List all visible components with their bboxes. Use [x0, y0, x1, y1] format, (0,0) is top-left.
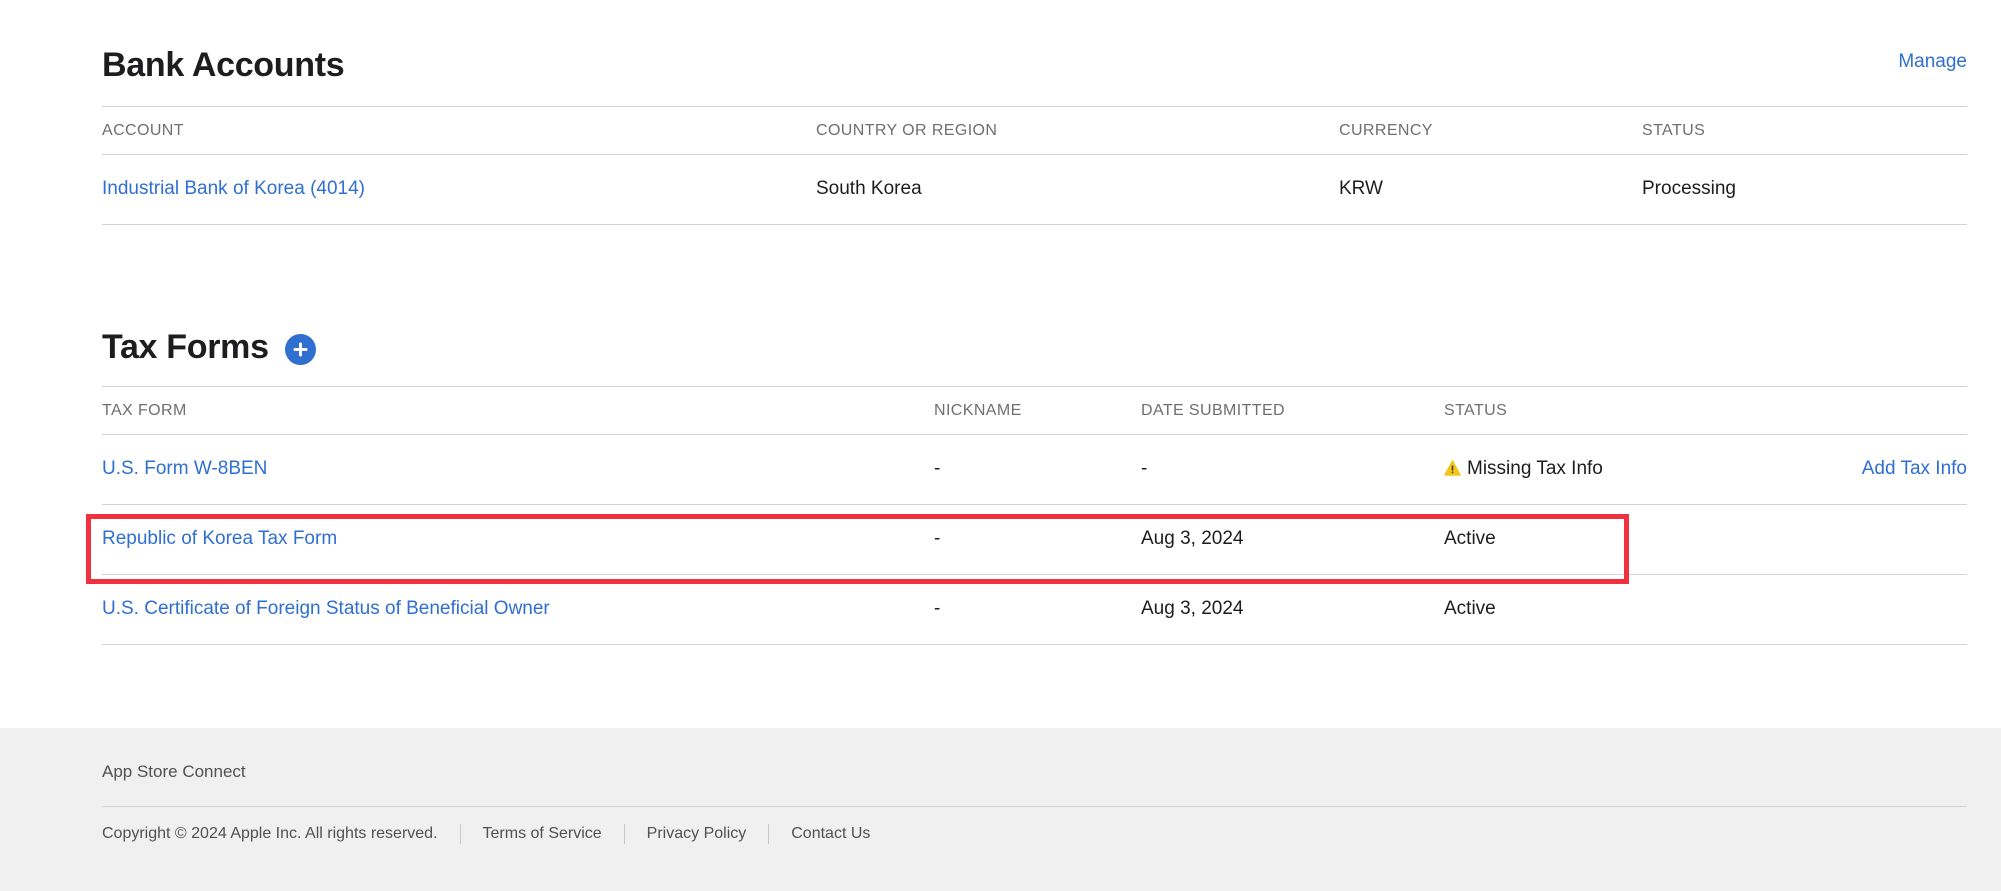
footer-separator: [768, 824, 770, 844]
tax-form-status-text: Missing Tax Info: [1467, 458, 1603, 479]
terms-of-service-link[interactable]: Terms of Service: [483, 825, 602, 843]
tax-forms-section: Tax Forms TAX FORM NICKNAME DATE SUBMITT…: [102, 0, 1967, 650]
column-header-tax-form: TAX FORM: [102, 402, 187, 419]
tax-form-link[interactable]: Republic of Korea Tax Form: [102, 528, 337, 550]
tax-form-status: Active: [1444, 528, 1496, 549]
tax-form-status: Active: [1444, 598, 1496, 619]
warning-icon: [1444, 460, 1461, 476]
contact-us-link[interactable]: Contact Us: [791, 825, 870, 843]
column-header-status: STATUS: [1444, 402, 1508, 419]
divider: [102, 434, 1967, 435]
footer-separator: [623, 824, 625, 844]
tax-form-nickname: -: [934, 598, 941, 619]
tax-form-nickname: -: [934, 528, 941, 549]
add-tax-form-button[interactable]: [284, 334, 316, 365]
footer-links: Copyright © 2024 Apple Inc. All rights r…: [102, 824, 870, 844]
tax-form-link[interactable]: U.S. Form W-8BEN: [102, 458, 267, 480]
privacy-policy-link[interactable]: Privacy Policy: [647, 825, 747, 843]
plus-circle-icon: [293, 342, 308, 357]
footer: App Store Connect Copyright © 2024 Apple…: [0, 728, 2001, 891]
tax-forms-header: Tax Forms: [102, 328, 1967, 367]
divider: [102, 386, 1967, 387]
column-header-nickname: NICKNAME: [934, 402, 1022, 419]
tax-form-date: Aug 3, 2024: [1141, 598, 1244, 619]
divider: [102, 574, 1967, 575]
footer-divider: [102, 806, 1967, 807]
tax-form-date: -: [1141, 458, 1148, 479]
copyright-text: Copyright © 2024 Apple Inc. All rights r…: [102, 825, 438, 842]
tax-form-link[interactable]: U.S. Certificate of Foreign Status of Be…: [102, 598, 550, 620]
footer-title: App Store Connect: [102, 762, 246, 781]
tax-form-date: Aug 3, 2024: [1141, 528, 1244, 549]
column-header-date-submitted: DATE SUBMITTED: [1141, 402, 1285, 419]
footer-separator: [459, 824, 461, 844]
add-tax-info-link[interactable]: Add Tax Info: [1862, 458, 1967, 480]
divider: [102, 644, 1967, 645]
tax-form-nickname: -: [934, 458, 941, 479]
tax-forms-title: Tax Forms: [102, 328, 269, 366]
tax-form-status: Missing Tax Info: [1444, 458, 1603, 480]
divider: [102, 504, 1967, 505]
